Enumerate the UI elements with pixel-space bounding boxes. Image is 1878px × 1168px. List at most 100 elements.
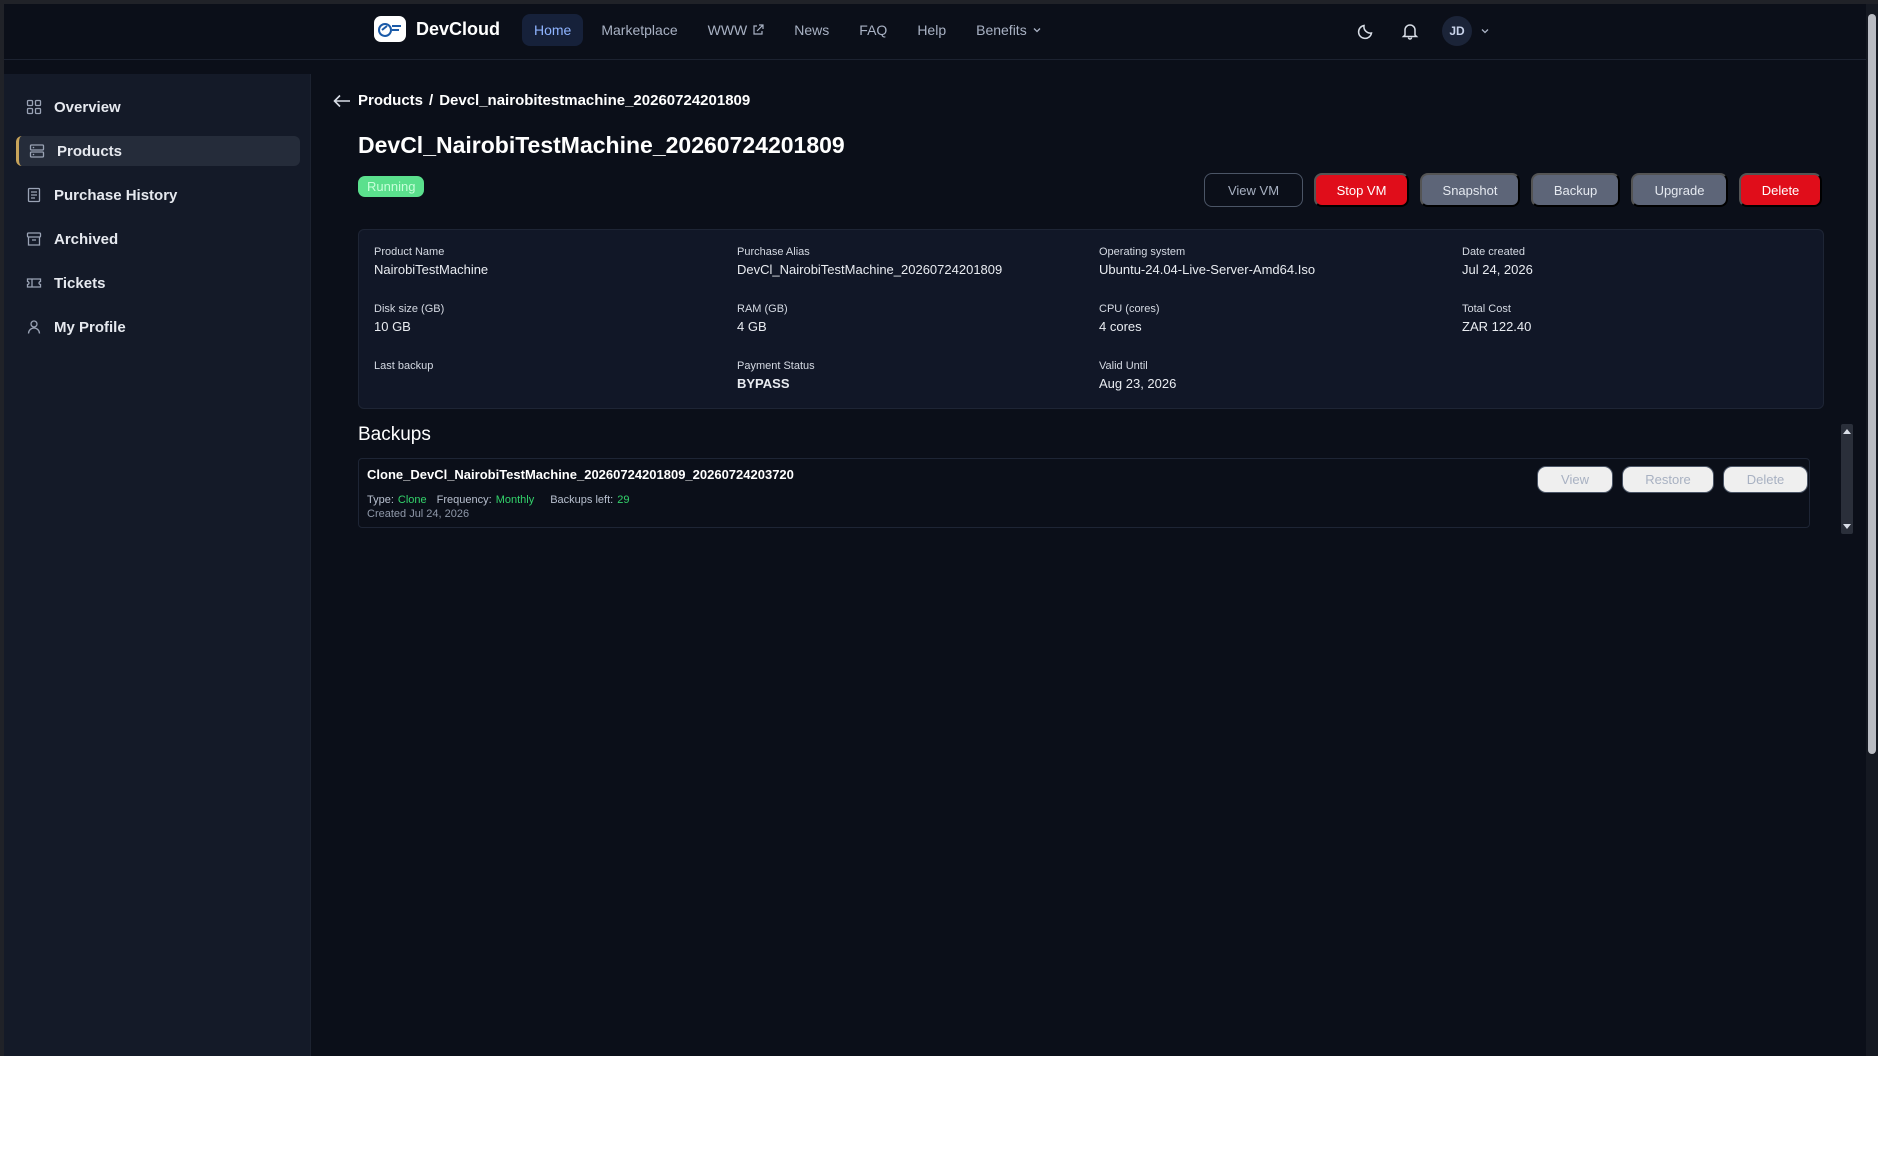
field-label: Operating system [1099, 246, 1186, 258]
nav-benefits[interactable]: Benefits [964, 14, 1054, 46]
app-window: DevCloud Home Marketplace WWW News FAQ H… [0, 0, 1878, 1056]
field-label: Purchase Alias [737, 246, 810, 258]
sidebar-item-purchase-history[interactable]: Purchase History [16, 180, 300, 210]
page-scrollbar[interactable] [1866, 4, 1878, 1056]
field-value: 4 GB [737, 319, 767, 334]
sidebar-item-my-profile[interactable]: My Profile [16, 312, 300, 342]
back-arrow-icon[interactable] [332, 93, 352, 109]
delete-button[interactable]: Delete [1739, 173, 1822, 207]
chevron-down-icon [1481, 29, 1489, 34]
breadcrumb-separator: / [429, 92, 434, 109]
backups-left-label: Backups left: [550, 494, 614, 506]
field-value: BYPASS [737, 376, 790, 391]
nav-www[interactable]: WWW [696, 14, 777, 46]
field-last-backup: Last backup [374, 360, 433, 376]
nav-news[interactable]: News [782, 14, 841, 46]
sidebar-item-products[interactable]: Products [16, 136, 300, 166]
user-menu[interactable]: JD [1442, 16, 1490, 46]
nav-help[interactable]: Help [905, 14, 958, 46]
page-scrollbar-thumb[interactable] [1868, 14, 1876, 754]
page-title: DevCl_NairobiTestMachine_20260724201809 [358, 132, 845, 158]
snapshot-button[interactable]: Snapshot [1420, 173, 1520, 207]
backups-scrollbar[interactable] [1841, 424, 1853, 534]
backup-type-label: Type: [367, 494, 394, 506]
sidebar-item-overview[interactable]: Overview [16, 92, 300, 122]
sidebar-item-label: My Profile [54, 318, 126, 336]
sidebar-item-label: Products [57, 142, 123, 160]
breadcrumb-products[interactable]: Products [358, 92, 423, 109]
nav-marketplace[interactable]: Marketplace [589, 14, 689, 46]
nav-faq-label: FAQ [859, 22, 888, 38]
nav-home-label: Home [534, 22, 572, 38]
field-value: Ubuntu-24.04-Live-Server-Amd64.Iso [1099, 262, 1316, 277]
field-label: Payment Status [737, 360, 815, 372]
avatar: JD [1442, 16, 1472, 46]
backup-view-button[interactable]: View [1537, 466, 1613, 493]
field-label: Product Name [374, 246, 445, 258]
backup-item: Clone_DevCl_NairobiTestMachine_202607242… [358, 458, 1810, 528]
backups-left: 29 [617, 494, 630, 506]
sidebar-item-label: Purchase History [54, 186, 178, 204]
moon-icon[interactable] [1354, 19, 1378, 43]
field-label: Valid Until [1099, 360, 1148, 372]
field-label: CPU (cores) [1099, 303, 1160, 315]
field-valid-until: Valid Until Aug 23, 2026 [1099, 360, 1176, 391]
field-value: Aug 23, 2026 [1099, 376, 1177, 391]
brand[interactable]: DevCloud [374, 16, 500, 42]
nav-marketplace-label: Marketplace [601, 22, 678, 38]
field-label: Last backup [374, 360, 434, 372]
backup-frequency-label: Frequency: [436, 494, 492, 506]
field-label: Disk size (GB) [374, 303, 445, 315]
field-value: 4 cores [1099, 319, 1142, 334]
status-badge: Running [358, 176, 425, 197]
details-card: Product Name NairobiTestMachine Purchase… [358, 229, 1824, 409]
nav-benefits-label: Benefits [976, 22, 1027, 38]
nav-links: Home Marketplace WWW News FAQ Help Benef… [522, 14, 1054, 46]
stop-vm-button[interactable]: Stop VM [1314, 173, 1409, 207]
backup-restore-button[interactable]: Restore [1622, 466, 1714, 493]
sidebar-item-label: Archived [54, 230, 119, 248]
field-label: Date created [1462, 246, 1525, 258]
sidebar-item-label: Overview [54, 98, 121, 116]
archive-icon [26, 232, 42, 246]
backup-delete-button[interactable]: Delete [1723, 466, 1808, 493]
field-disk-size: Disk size (GB) 10 GB [374, 303, 444, 334]
field-purchase-alias: Purchase Alias DevCl_NairobiTestMachine_… [737, 246, 1002, 277]
sidebar-item-label: Tickets [54, 274, 106, 292]
backup-meta: Type: Clone Frequency: Monthly Backups l… [367, 494, 629, 506]
view-vm-button[interactable]: View VM [1204, 173, 1303, 207]
field-ram: RAM (GB) 4 GB [737, 303, 788, 334]
field-payment-status: Payment Status BYPASS [737, 360, 815, 391]
user-icon [27, 320, 41, 334]
nav-right: JD [1354, 16, 1490, 46]
upgrade-button[interactable]: Upgrade [1631, 173, 1728, 207]
server-icon [29, 144, 45, 158]
field-value: Jul 24, 2026 [1462, 262, 1533, 277]
sidebar-item-tickets[interactable]: Tickets [16, 268, 300, 298]
sidebar-item-archived[interactable]: Archived [16, 224, 300, 254]
field-label: RAM (GB) [737, 303, 788, 315]
brand-logo [374, 16, 406, 42]
field-label: Total Cost [1462, 303, 1511, 315]
field-value: NairobiTestMachine [374, 262, 489, 277]
top-navbar: DevCloud Home Marketplace WWW News FAQ H… [4, 4, 1878, 60]
field-cpu: CPU (cores) 4 cores [1099, 303, 1160, 334]
sidebar: Overview Products Purchase History Archi… [4, 74, 311, 1056]
bell-icon[interactable] [1398, 19, 1422, 43]
backup-created: Created Jul 24, 2026 [367, 508, 470, 520]
breadcrumb: Products / Devcl_nairobitestmachine_2026… [332, 92, 750, 109]
backup-name: Clone_DevCl_NairobiTestMachine_202607242… [367, 467, 794, 482]
backup-button[interactable]: Backup [1531, 173, 1620, 207]
nav-faq[interactable]: FAQ [847, 14, 899, 46]
ticket-icon [26, 278, 42, 288]
field-value: DevCl_NairobiTestMachine_20260724201809 [737, 262, 1003, 277]
external-link-icon [753, 24, 764, 35]
nav-home[interactable]: Home [522, 14, 584, 46]
nav-news-label: News [794, 22, 830, 38]
brand-name: DevCloud [416, 18, 501, 39]
backups-heading: Backups [358, 424, 431, 445]
backup-type: Clone [397, 494, 427, 506]
chevron-down-icon [1033, 28, 1041, 33]
field-product-name: Product Name NairobiTestMachine [374, 246, 488, 277]
backup-frequency: Monthly [495, 494, 535, 506]
